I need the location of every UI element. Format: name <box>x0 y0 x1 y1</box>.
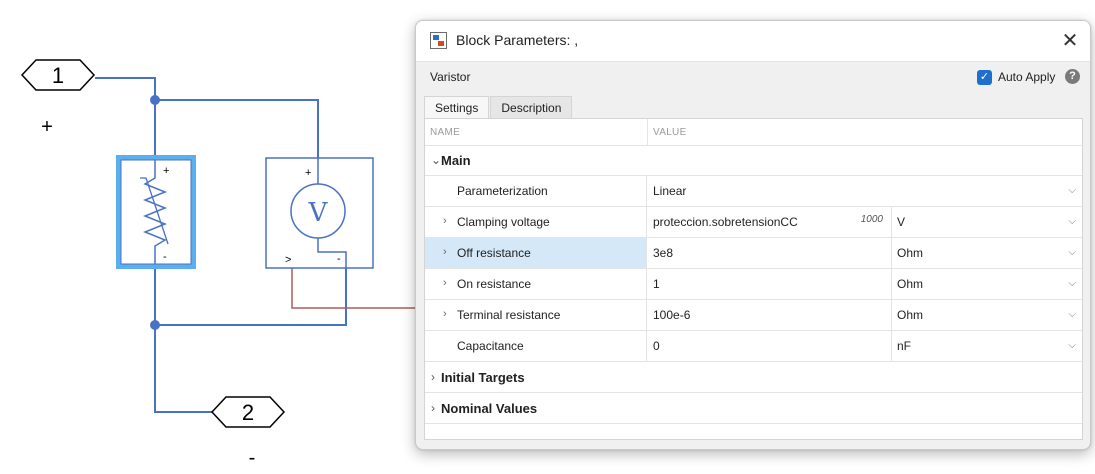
chevron-right-icon[interactable]: › <box>431 370 435 384</box>
wire-junction-top <box>150 95 160 105</box>
parameterization-select[interactable]: Linear ⌵ <box>648 176 1082 206</box>
param-value: 1 <box>653 277 660 291</box>
chevron-right-icon[interactable]: › <box>443 246 447 258</box>
param-name-cell: Capacitance <box>425 331 647 361</box>
port-1-sign: + <box>41 116 53 138</box>
param-unit: Ohm <box>897 308 924 322</box>
on-resistance-input[interactable]: 1 <box>648 269 892 299</box>
wire-node-to-port2 <box>154 325 213 413</box>
varistor-block[interactable]: + - <box>116 155 196 269</box>
param-row-on-resistance[interactable]: › On resistance 1 Ohm ⌵ <box>425 269 1082 300</box>
param-name-cell: Parameterization <box>425 176 647 206</box>
signal-line <box>291 268 420 309</box>
param-label: On resistance <box>457 277 532 291</box>
evaluated-value-hint: 1000 <box>860 214 883 225</box>
group-label: Main <box>441 153 471 168</box>
param-row-clamping-voltage[interactable]: › Clamping voltage proteccion.sobretensi… <box>425 207 1082 238</box>
param-value: 3e8 <box>653 246 674 260</box>
off-resistance-unit-select[interactable]: Ohm ⌵ <box>891 238 1082 268</box>
group-label: Initial Targets <box>441 370 525 385</box>
param-value: 100e-6 <box>653 308 691 322</box>
port-1-block[interactable]: 1 <box>20 59 96 91</box>
tab-description[interactable]: Description <box>490 96 573 118</box>
param-unit: Ohm <box>897 246 924 260</box>
param-label: Parameterization <box>457 184 548 198</box>
column-header-name: NAME <box>430 127 461 138</box>
dialog-title: Block Parameters: , <box>456 32 579 48</box>
param-label: Capacitance <box>457 339 524 353</box>
voltmeter-glyph: V <box>308 198 329 228</box>
param-name-cell: › Off resistance <box>425 238 647 268</box>
group-label: Nominal Values <box>441 401 538 416</box>
clamping-voltage-input[interactable]: proteccion.sobretensionCC 1000 <box>648 207 892 237</box>
off-resistance-input[interactable]: 3e8 <box>648 238 892 268</box>
block-parameters-dialog: Block Parameters: , ✕ Varistor ✓ Auto Ap… <box>415 20 1091 450</box>
group-nominal-values[interactable]: › Nominal Values <box>425 393 1082 424</box>
wire-top-bus <box>155 99 319 158</box>
tab-settings[interactable]: Settings <box>424 96 490 118</box>
param-name-cell: › On resistance <box>425 269 647 299</box>
port-2-sign: - <box>249 447 256 469</box>
wire-port1-to-node <box>95 77 156 100</box>
chevron-down-icon[interactable]: ⌵ <box>1068 309 1076 320</box>
table-header: NAME VALUE <box>425 119 1082 146</box>
column-divider <box>647 119 648 145</box>
sensor-output-mark: > <box>285 254 291 266</box>
parameter-table: NAME VALUE ⌄ Main Parameterization Linea… <box>424 118 1083 440</box>
capacitance-unit-select[interactable]: nF ⌵ <box>891 331 1082 361</box>
param-unit: Ohm <box>897 277 924 291</box>
port-2-number: 2 <box>242 400 254 425</box>
terminal-resistance-unit-select[interactable]: Ohm ⌵ <box>891 300 1082 330</box>
auto-apply-label: Auto Apply <box>998 70 1056 84</box>
chevron-down-icon[interactable]: ⌄ <box>431 153 441 167</box>
column-header-value: VALUE <box>653 127 687 138</box>
param-row-capacitance[interactable]: Capacitance 0 nF ⌵ <box>425 331 1082 362</box>
chevron-right-icon[interactable]: › <box>443 277 447 289</box>
chevron-down-icon[interactable]: ⌵ <box>1068 247 1076 258</box>
param-label: Terminal resistance <box>457 308 561 322</box>
param-row-parameterization[interactable]: Parameterization Linear ⌵ <box>425 176 1082 207</box>
chevron-right-icon[interactable]: › <box>431 401 435 415</box>
block-name: Varistor <box>430 70 471 84</box>
terminal-resistance-input[interactable]: 100e-6 <box>648 300 892 330</box>
chevron-down-icon[interactable]: ⌵ <box>1068 216 1076 227</box>
param-value: Linear <box>653 184 687 198</box>
auto-apply-checkbox[interactable]: ✓ <box>977 69 992 85</box>
sensor-minus-mark: - <box>337 253 341 265</box>
port-1-number: 1 <box>52 63 64 88</box>
chevron-down-icon[interactable]: ⌵ <box>1068 278 1076 289</box>
voltage-sensor-block[interactable]: V + > - <box>265 157 374 269</box>
param-row-terminal-resistance[interactable]: › Terminal resistance 100e-6 Ohm ⌵ <box>425 300 1082 331</box>
help-icon[interactable]: ? <box>1065 69 1080 84</box>
chevron-down-icon[interactable]: ⌵ <box>1068 340 1076 351</box>
param-name-cell: › Terminal resistance <box>425 300 647 330</box>
block-parameters-icon <box>430 32 447 49</box>
varistor-minus-mark: - <box>163 251 167 263</box>
param-label: Clamping voltage <box>457 215 550 229</box>
clamping-voltage-unit-select[interactable]: V ⌵ <box>891 207 1082 237</box>
group-initial-targets[interactable]: › Initial Targets <box>425 362 1082 393</box>
param-unit: nF <box>897 339 912 353</box>
param-row-off-resistance[interactable]: › Off resistance 3e8 Ohm ⌵ <box>425 238 1082 269</box>
param-value: proteccion.sobretensionCC <box>653 215 798 229</box>
param-name-cell: › Clamping voltage <box>425 207 647 237</box>
dialog-titlebar[interactable]: Block Parameters: , ✕ <box>416 21 1090 62</box>
wire-junction-bottom <box>150 320 160 330</box>
capacitance-input[interactable]: 0 <box>648 331 892 361</box>
group-main[interactable]: ⌄ Main <box>425 145 1082 176</box>
block-header: Varistor ✓ Auto Apply ? <box>416 62 1090 92</box>
chevron-down-icon[interactable]: ⌵ <box>1068 185 1076 196</box>
sensor-plus-mark: + <box>305 167 311 179</box>
tab-bar: Settings Description <box>424 96 573 118</box>
varistor-plus-mark: + <box>163 165 169 177</box>
param-unit: V <box>897 215 906 229</box>
port-2-block[interactable]: 2 <box>210 396 286 428</box>
chevron-right-icon[interactable]: › <box>443 215 447 227</box>
auto-apply-toggle[interactable]: ✓ Auto Apply <box>977 69 1055 85</box>
param-label: Off resistance <box>457 246 531 260</box>
close-button[interactable]: ✕ <box>1056 27 1084 55</box>
chevron-right-icon[interactable]: › <box>443 308 447 320</box>
param-value: 0 <box>653 339 660 353</box>
on-resistance-unit-select[interactable]: Ohm ⌵ <box>891 269 1082 299</box>
